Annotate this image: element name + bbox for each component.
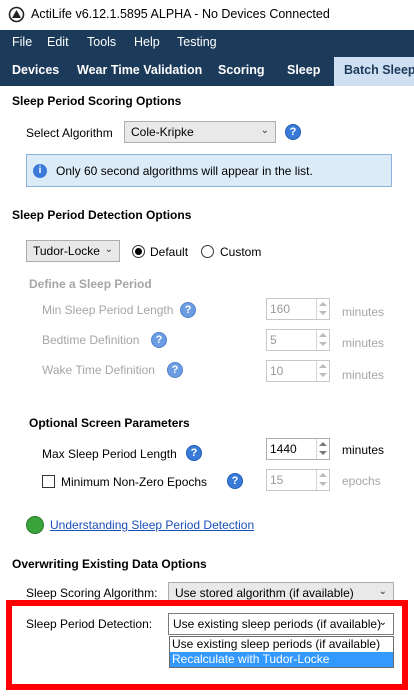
stepper-up-icon bbox=[319, 473, 327, 477]
define-sleep-period-title: Define a Sleep Period bbox=[29, 277, 152, 291]
chevron-down-icon: ⌄ bbox=[378, 586, 387, 597]
help-icon[interactable]: ? bbox=[227, 473, 243, 489]
radio-custom[interactable] bbox=[201, 245, 214, 258]
stepper-down-icon bbox=[319, 451, 327, 455]
bedtime-value: 5 bbox=[270, 333, 277, 347]
nonzero-epochs-label: Minimum Non-Zero Epochs bbox=[61, 475, 208, 489]
menu-file[interactable]: File bbox=[12, 35, 32, 49]
select-algorithm-label: Select Algorithm bbox=[26, 126, 113, 140]
stepper-buttons[interactable] bbox=[316, 330, 329, 350]
menu-edit[interactable]: Edit bbox=[47, 35, 69, 49]
wake-time-unit: minutes bbox=[342, 368, 385, 382]
chevron-down-icon: ⌄ bbox=[104, 244, 113, 255]
menu-help[interactable]: Help bbox=[134, 35, 160, 49]
max-sleep-period-label: Max Sleep Period Length bbox=[42, 447, 177, 461]
chevron-down-icon: ⌄ bbox=[260, 125, 269, 136]
stepper-buttons[interactable] bbox=[316, 361, 329, 381]
sleep-period-detection-label: Sleep Period Detection: bbox=[26, 617, 153, 631]
max-sleep-period-value: 1440 bbox=[270, 442, 297, 456]
dropdown-option-use-existing[interactable]: Use existing sleep periods (if available… bbox=[170, 637, 393, 652]
wake-time-value: 10 bbox=[270, 364, 284, 378]
dropdown-option-recalculate[interactable]: Recalculate with Tudor-Locke bbox=[170, 652, 393, 667]
stepper-up-icon bbox=[319, 364, 327, 368]
detection-options-title: Sleep Period Detection Options bbox=[12, 208, 192, 222]
stepper-buttons[interactable] bbox=[316, 299, 329, 319]
help-icon[interactable]: ? bbox=[151, 332, 167, 348]
algorithm-select[interactable]: Cole-Kripke ⌄ bbox=[124, 121, 276, 143]
stepper-up-icon bbox=[319, 302, 327, 306]
min-sleep-unit: minutes bbox=[342, 305, 385, 319]
tab-batch-sleep-label: Batch Sleep bbox=[344, 63, 414, 77]
tab-scoring[interactable]: Scoring bbox=[218, 63, 265, 77]
max-sleep-period-stepper[interactable]: 1440 bbox=[266, 438, 330, 460]
window-title: ActiLife v6.12.1.5895 ALPHA - No Devices… bbox=[31, 7, 330, 21]
min-sleep-period-value: 160 bbox=[270, 302, 291, 316]
min-sleep-period-label: Min Sleep Period Length bbox=[42, 303, 174, 317]
detection-method-value: Tudor-Locke bbox=[33, 244, 100, 258]
detection-method-select[interactable]: Tudor-Locke ⌄ bbox=[26, 240, 120, 262]
scoring-options-title: Sleep Period Scoring Options bbox=[12, 94, 182, 108]
stepper-down-icon bbox=[319, 373, 327, 377]
overwrite-options-title: Overwriting Existing Data Options bbox=[12, 557, 207, 571]
algorithm-select-value: Cole-Kripke bbox=[131, 125, 194, 139]
bedtime-stepper[interactable]: 5 bbox=[266, 329, 330, 351]
help-icon[interactable]: ? bbox=[180, 302, 196, 318]
max-sleep-unit: minutes bbox=[342, 443, 385, 457]
actilife-logo-icon bbox=[8, 6, 25, 23]
stepper-up-icon bbox=[319, 442, 327, 446]
radio-default-label: Default bbox=[150, 245, 189, 259]
help-icon[interactable]: ? bbox=[186, 445, 202, 461]
scoring-algorithm-value: Use stored algorithm (if available) bbox=[175, 586, 354, 600]
screen-params-title: Optional Screen Parameters bbox=[29, 416, 190, 430]
help-icon[interactable]: ? bbox=[167, 362, 183, 378]
wake-time-definition-label: Wake Time Definition bbox=[42, 363, 155, 377]
nonzero-epochs-value: 15 bbox=[270, 473, 284, 487]
scoring-algorithm-label: Sleep Scoring Algorithm: bbox=[26, 586, 158, 600]
stepper-down-icon bbox=[319, 342, 327, 346]
stepper-down-icon bbox=[319, 482, 327, 486]
tab-sleep[interactable]: Sleep bbox=[287, 63, 320, 77]
tab-wear-time-validation[interactable]: Wear Time Validation bbox=[77, 63, 202, 77]
stepper-buttons[interactable] bbox=[316, 439, 329, 459]
radio-default[interactable] bbox=[132, 245, 145, 258]
info-text: Only 60 second algorithms will appear in… bbox=[56, 164, 313, 178]
menu-testing[interactable]: Testing bbox=[177, 35, 217, 49]
wake-time-stepper[interactable]: 10 bbox=[266, 360, 330, 382]
info-icon: i bbox=[33, 164, 47, 178]
nonzero-epochs-stepper[interactable]: 15 bbox=[266, 469, 330, 491]
radio-custom-label: Custom bbox=[220, 245, 262, 259]
min-sleep-period-stepper[interactable]: 160 bbox=[266, 298, 330, 320]
stepper-buttons[interactable] bbox=[316, 470, 329, 490]
sleep-period-detection-value: Use existing sleep periods (if available… bbox=[173, 617, 382, 631]
globe-help-icon[interactable] bbox=[26, 516, 44, 534]
bedtime-definition-label: Bedtime Definition bbox=[42, 333, 140, 347]
bedtime-unit: minutes bbox=[342, 336, 385, 350]
help-icon[interactable]: ? bbox=[285, 124, 301, 140]
tab-devices[interactable]: Devices bbox=[12, 63, 59, 77]
radio-selected-dot bbox=[135, 248, 142, 255]
understanding-sleep-detection-link[interactable]: Understanding Sleep Period Detection bbox=[50, 518, 254, 532]
menu-tools[interactable]: Tools bbox=[87, 35, 116, 49]
nonzero-epochs-unit: epochs bbox=[342, 474, 381, 488]
sleep-period-detection-select[interactable]: Use existing sleep periods (if available… bbox=[168, 613, 394, 635]
chevron-down-icon: ⌄ bbox=[378, 617, 387, 628]
stepper-down-icon bbox=[319, 311, 327, 315]
stepper-up-icon bbox=[319, 333, 327, 337]
nonzero-epochs-checkbox[interactable] bbox=[42, 475, 55, 488]
